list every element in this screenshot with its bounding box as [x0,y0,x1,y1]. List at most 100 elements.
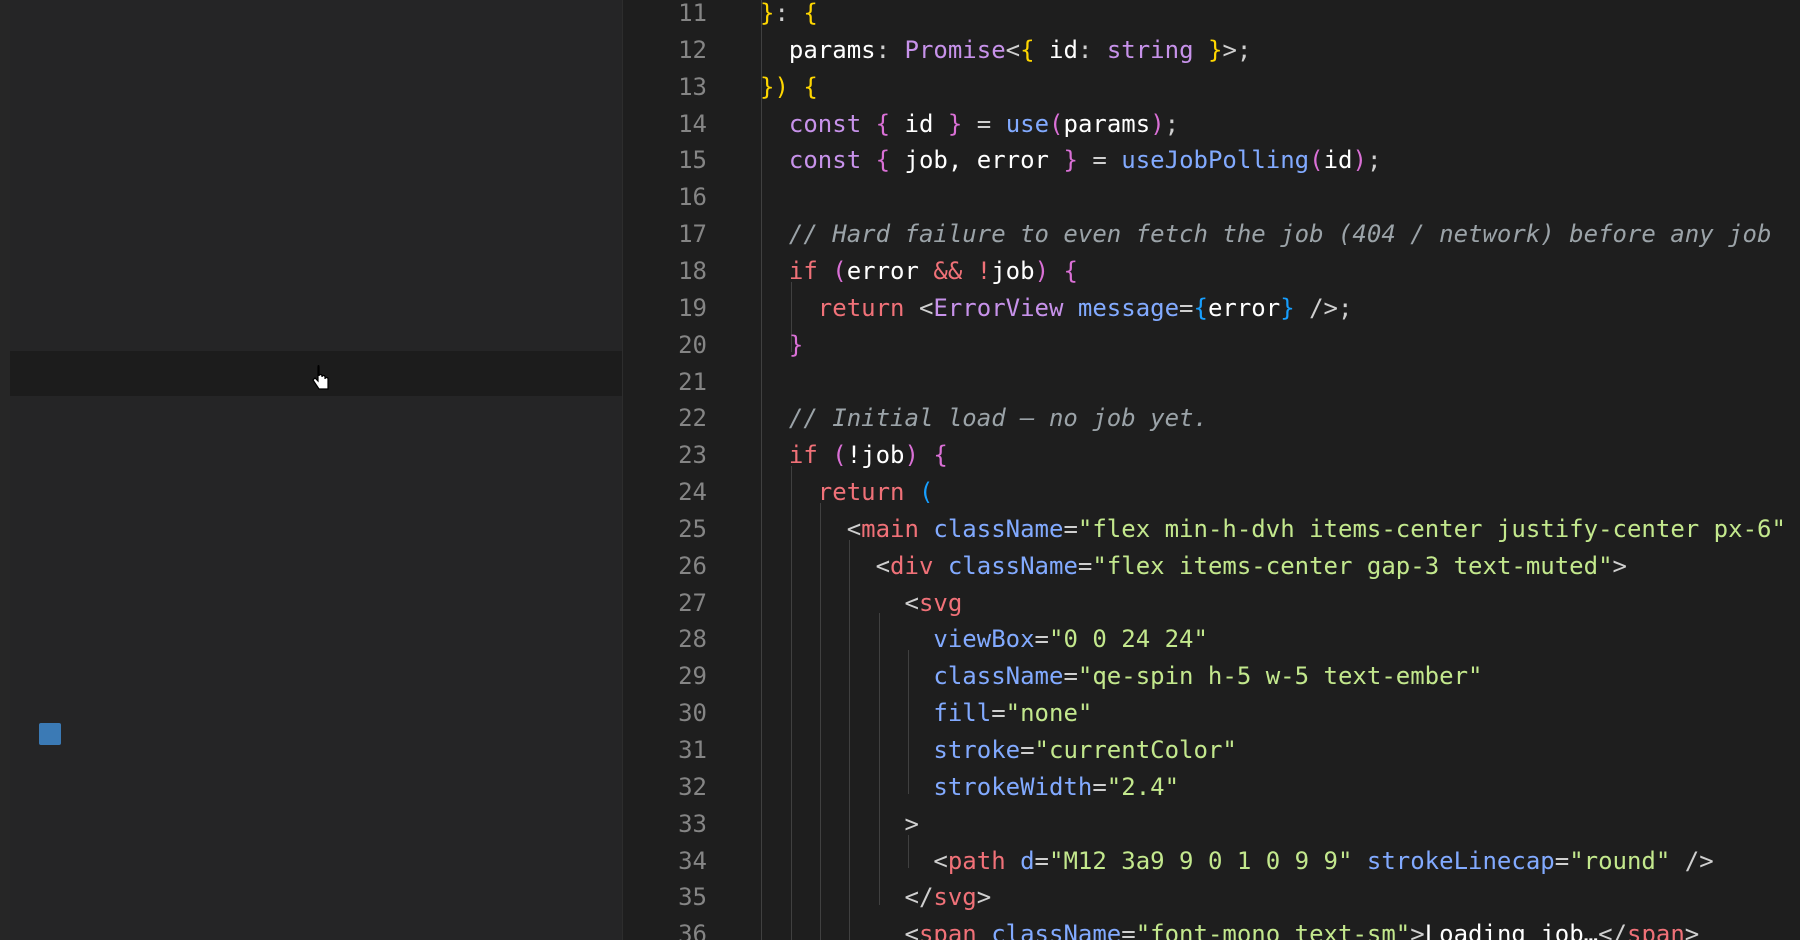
explorer-item-layout-tsx[interactable] [10,34,622,79]
line-number: 29 [678,662,707,691]
line-number: 19 [678,293,707,322]
code-text: </svg> [760,879,991,916]
code-token: span [1627,920,1685,940]
code-token: > [760,809,919,838]
line-number: 36 [678,920,707,940]
typescript-icon [35,493,65,523]
code-line[interactable]: 33 > [623,806,1800,843]
code-line[interactable]: 15 const { job, error } = useJobPolling(… [623,142,1800,179]
code-token: { [861,146,891,175]
code-line[interactable]: 32 strokeWidth="2.4" [623,769,1800,806]
code-line[interactable]: 21 [623,364,1800,401]
code-token: } [760,0,775,27]
line-number: 16 [678,183,707,212]
code-line[interactable]: 27 <svg [623,585,1800,622]
code-token: /> [1670,846,1714,875]
code-line[interactable]: 17 // Hard failure to even fetch the job… [623,216,1800,253]
explorer-item-claude-md[interactable] [10,396,622,441]
code-line[interactable]: 23 if (!job) { [623,437,1800,474]
code-text: viewBox="0 0 24 24" [760,621,1208,658]
code-line[interactable]: 36 <span className="font-mono text-sm">L… [623,916,1800,940]
code-token: path [947,846,1006,875]
code-text: <path d="M12 3a9 9 0 1 0 9 9" strokeLine… [760,843,1714,880]
code-line[interactable]: 13}) { [623,69,1800,106]
explorer-item-dot-worktreeinclude[interactable] [10,350,622,396]
code-text: if (error && !job) { [760,253,1078,290]
code-token: } [1193,35,1223,64]
code-line[interactable]: 25 <main className="flex min-h-dvh items… [623,511,1800,548]
explorer-item-postcss-config-mjs[interactable] [10,622,622,667]
code-text: > [760,806,919,843]
code-line[interactable]: 34 <path d="M12 3a9 9 0 1 0 9 9" strokeL… [623,843,1800,880]
line-number: 22 [678,404,707,433]
react-icon [50,86,80,116]
explorer-item-dot-env-local-example[interactable] [10,260,622,305]
react-icon [50,41,80,71]
code-token: !job [846,441,905,470]
code-token: use [1005,109,1050,138]
code-line[interactable]: 22 // Initial load — no job yet. [623,400,1800,437]
code-token: useJobPolling [1121,146,1310,175]
code-line[interactable]: 31 stroke="currentColor" [623,732,1800,769]
code-token: }) [760,72,789,101]
explorer-item-globals-css[interactable] [10,0,622,34]
explorer-item-package-json[interactable] [10,577,622,622]
gear-icon [35,267,65,297]
code-token: = [1554,846,1570,875]
code-token: { [918,441,948,470]
explorer-item-lib[interactable] [10,125,622,170]
code-line[interactable]: 20 } [623,327,1800,364]
code-token: = [1077,146,1122,175]
code-token: const [760,109,862,138]
line-number: 15 [678,146,707,175]
lines-icon [35,358,65,388]
code-token: } [1280,293,1295,322]
code-token: < [1005,35,1021,64]
code-line[interactable]: 29 className="qe-spin h-5 w-5 text-ember… [623,658,1800,695]
code-token: : [1077,35,1107,64]
code-line[interactable]: 26 <div className="flex items-center gap… [623,548,1800,585]
line-number: 26 [678,551,707,580]
chevron-right-icon [35,128,65,158]
code-line[interactable]: 12 params: Promise<{ id: string }>; [623,32,1800,69]
code-line[interactable]: 16 [623,179,1800,216]
explorer-item-package-lock-json[interactable] [10,531,622,576]
explorer-item-next-env-d-ts[interactable] [10,441,622,486]
explorer-item-readme-md[interactable] [10,667,622,712]
code-text: } [760,327,803,364]
code-token: d [1005,846,1035,875]
code-line[interactable]: 11}: { [623,0,1800,32]
code-line[interactable]: 19 return <ErrorView message={error} />; [623,290,1800,327]
code-editor[interactable]: 11}: {12 params: Promise<{ id: string }>… [623,0,1800,940]
code-text: return <ErrorView message={error} />; [760,290,1353,327]
line-number: 12 [678,35,707,64]
explorer-item-dot-gitignore[interactable] [10,305,622,350]
explorer-item-dot-env-local[interactable] [10,215,622,260]
code-line[interactable]: 14 const { id } = use(params); [623,106,1800,143]
explorer-item-tsconfig-json[interactable] [10,712,622,757]
code-token: ) [1150,109,1165,138]
explorer-item-tsconfig-tsbuildinfo[interactable] [10,757,622,802]
code-text: className="qe-spin h-5 w-5 text-ember" [760,658,1482,695]
code-line[interactable]: 24 return ( [623,474,1800,511]
tsconfig-icon [39,723,61,746]
code-text: <span className="font-mono text-sm">Load… [760,916,1699,940]
code-token: return [760,478,905,507]
explorer-item-page-tsx[interactable] [10,79,622,124]
code-token: id [1323,146,1353,175]
hash-icon [50,0,80,26]
line-number: 20 [678,330,707,359]
code-token: ) [904,441,919,470]
code-token: > [1684,920,1700,940]
code-line[interactable]: 18 if (error && !job) { [623,253,1800,290]
code-token: ( [1049,109,1064,138]
explorer-item-node-modules[interactable] [10,170,622,215]
code-token: = [1092,772,1107,801]
code-line[interactable]: 30 fill="none" [623,695,1800,732]
code-text: const { id } = use(params); [760,106,1179,143]
code-token: > [976,883,992,912]
code-token: message [1063,293,1180,322]
code-line[interactable]: 35 </svg> [623,879,1800,916]
explorer-item-next-config-ts[interactable] [10,486,622,531]
code-line[interactable]: 28 viewBox="0 0 24 24" [623,621,1800,658]
